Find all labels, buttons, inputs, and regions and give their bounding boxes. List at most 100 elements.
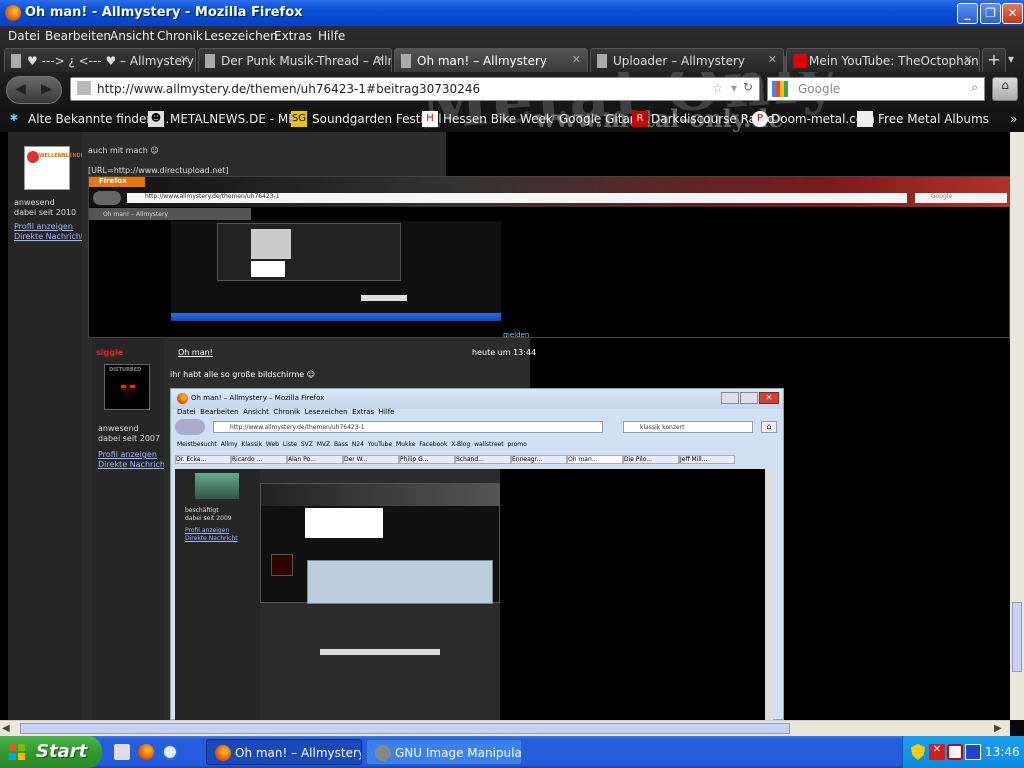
tray-network-icon[interactable] — [965, 744, 981, 760]
tab-youtube[interactable]: Mein YouTube: TheOctophant... ✕ — [786, 48, 980, 72]
bookmarks-toolbar: ✱ Alte Bekannte finden ... ☻ METALNEWS.D… — [0, 108, 1024, 132]
embedded-avatar — [195, 473, 239, 499]
vertical-scrollbar[interactable] — [1010, 132, 1024, 720]
nested-window — [307, 560, 493, 604]
start-label: Start — [36, 741, 88, 762]
menu-datei[interactable]: Datei — [8, 29, 40, 43]
message-link[interactable]: Direkte Nachricht — [14, 232, 84, 241]
tab-label: ♥ ---> ¿ <--- ♥ – Allmystery — [27, 54, 194, 68]
profile-link[interactable]: Profil anzeigen — [14, 222, 73, 231]
firefox-icon — [5, 5, 21, 21]
tab-label: Mein YouTube: TheOctophant... — [809, 54, 980, 68]
nested-reply-box — [251, 261, 285, 277]
home-button[interactable]: ⌂ — [992, 77, 1018, 101]
taskbar-item-label: Oh man! – Allmystery... — [235, 746, 362, 760]
search-placeholder: Google — [798, 82, 841, 96]
menu-ansicht[interactable]: Ansicht — [110, 29, 154, 43]
disturbed-face-icon — [117, 379, 139, 401]
tab-heart[interactable]: ♥ ---> ¿ <--- ♥ – Allmystery ✕ — [4, 48, 196, 72]
tab-strip: ♥ ---> ¿ <--- ♥ – Allmystery ✕ Der Punk … — [0, 47, 1024, 73]
tray-tool-icon[interactable]: ✕ — [929, 744, 945, 760]
menu-hilfe[interactable]: Hilfe — [318, 29, 345, 43]
close-button[interactable]: ✕ — [1002, 3, 1023, 24]
bookmark-icon: R — [632, 111, 648, 127]
bookmark-item[interactable]: Hessen Bike Week — [443, 112, 553, 126]
embedded-menu: Datei Bearbeiten Ansicht Chronik Lesezei… — [177, 408, 395, 416]
bookmark-icon — [857, 111, 873, 127]
menu-lesezeichen[interactable]: Lesezeichen — [204, 29, 278, 43]
embedded-screenshot-1: Firefox http://www.allmystery.de/themen/… — [88, 176, 1010, 339]
quicklaunch-media-icon[interactable] — [162, 744, 178, 760]
scrollbar-thumb[interactable] — [20, 723, 790, 734]
search-box[interactable]: Google ⌕ — [767, 77, 985, 101]
tab-close-icon[interactable]: ✕ — [376, 53, 385, 66]
taskbar-item-firefox[interactable]: Oh man! – Allmystery... — [206, 739, 362, 765]
user-status: anwesend — [14, 198, 55, 207]
menu-chronik[interactable]: Chronik — [157, 29, 203, 43]
embedded-tabs: Dr. Ecka... Ricardo ... Alan Po... Der W...… — [175, 455, 779, 469]
scroll-left-icon[interactable]: ◀ — [2, 723, 14, 735]
menu-extras[interactable]: Extras — [274, 29, 312, 43]
tray-app-icon[interactable] — [947, 744, 963, 760]
profile-link: Profil anzeigen — [185, 527, 230, 534]
forward-arrow-icon[interactable]: ▶ — [41, 81, 52, 97]
scrollbar-thumb[interactable] — [1012, 602, 1022, 672]
back-forward-buttons[interactable]: ◀ ▶ — [6, 76, 62, 104]
avatar[interactable]: WELLENBLENDE — [24, 146, 84, 190]
page-icon — [11, 54, 21, 68]
minimize-button[interactable]: _ — [957, 3, 978, 24]
browser-chrome: Metal Only www.metal-only.de Datei Bearb… — [0, 26, 1024, 144]
tab-oh-man[interactable]: Oh man! – Allmystery ✕ — [394, 48, 588, 72]
tab-close-icon[interactable]: ✕ — [768, 53, 777, 66]
menu-bearbeiten[interactable]: Bearbeiten — [45, 29, 111, 43]
url-bar[interactable]: http://www.allmystery.de/themen/uh76423-… — [70, 77, 760, 101]
horizontal-scrollbar[interactable]: ◀ ▶ — [0, 720, 1010, 736]
bookmarks-overflow-icon[interactable]: » — [1010, 112, 1017, 126]
google-icon — [772, 81, 788, 97]
message-link[interactable]: Direkte Nachricht — [98, 460, 168, 469]
taskbar-item-gimp[interactable]: GNU Image Manipulat... — [366, 739, 522, 765]
embedded-bookmarks: Meistbesucht Allmy Klassik Web Liste SVZ… — [177, 441, 527, 448]
post2-text: ihr habt alle so große bildschirme ☺ — [170, 370, 316, 379]
bookmark-item[interactable]: Free Metal Albums — [878, 112, 989, 126]
profile-link[interactable]: Profil anzeigen — [98, 450, 157, 459]
post-title[interactable]: Oh man! — [178, 348, 213, 357]
new-tab-button[interactable]: + — [982, 48, 1006, 72]
quicklaunch-desktop-icon[interactable] — [114, 744, 130, 760]
tab-label: Oh man! – Allmystery — [417, 54, 547, 68]
embedded-url-bar: http://www.allmystery.de/themen/uh76423-… — [127, 193, 907, 203]
back-arrow-icon[interactable]: ◀ — [15, 81, 26, 97]
dropdown-icon[interactable]: ▾ — [731, 81, 737, 95]
bookmark-star-icon[interactable]: ☆ — [712, 81, 723, 95]
quicklaunch-firefox-icon[interactable] — [138, 744, 154, 760]
nested-button — [320, 649, 440, 655]
user-status: anwesend — [98, 424, 139, 433]
tab-punk-thread[interactable]: Der Punk Musik-Thread – Allm... ✕ — [198, 48, 392, 72]
username[interactable]: siggie — [96, 348, 123, 357]
embedded-search-box: klassik konzert — [623, 421, 753, 433]
embedded-home-icon: ⌂ — [761, 421, 777, 433]
embedded-back-button — [93, 191, 121, 205]
bookmark-item[interactable]: METALNEWS.DE - ME... — [170, 112, 307, 126]
member-since: dabei seit 2009 — [185, 515, 232, 522]
search-magnifier-icon[interactable]: ⌕ — [971, 80, 978, 95]
embedded-url-bar: http://www.allmystery.de/themen/uh76423-… — [213, 421, 603, 433]
embedded-search-box: Google — [915, 193, 1007, 203]
gimp-icon — [375, 745, 391, 761]
tab-list-button[interactable]: ▾ — [1008, 52, 1014, 66]
security-shield-icon[interactable] — [911, 744, 925, 760]
reload-icon[interactable]: ↻ — [743, 80, 753, 94]
tab-close-icon[interactable]: ✕ — [964, 53, 973, 66]
post2-author-sidebar: siggie DISTURBED anwesend dabei seit 200… — [92, 338, 168, 720]
embedded-title: Oh man! – Allmystery – Mozilla Firefox — [191, 394, 325, 402]
avatar-label: DISTURBED — [109, 367, 142, 373]
tab-close-icon[interactable]: ✕ — [180, 53, 189, 66]
tab-uploader[interactable]: Uploader – Allmystery ✕ — [590, 48, 784, 72]
start-button[interactable]: Start — [0, 736, 102, 768]
post1-url-text: [URL=http://www.directupload.net] — [88, 166, 229, 175]
maximize-button[interactable]: ❐ — [980, 3, 1001, 24]
member-since: dabei seit 2007 — [98, 434, 161, 443]
tab-close-icon[interactable]: ✕ — [572, 53, 581, 66]
scroll-right-icon[interactable]: ▶ — [994, 723, 1006, 735]
avatar[interactable]: DISTURBED — [104, 364, 150, 410]
